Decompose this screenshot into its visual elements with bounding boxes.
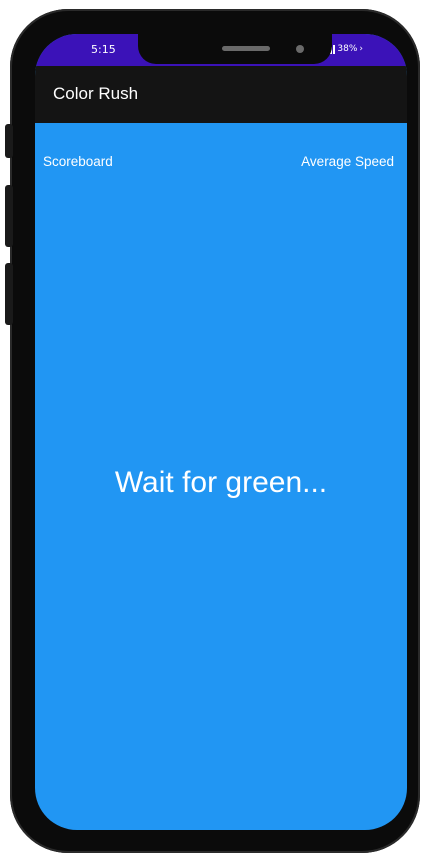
speaker-grille: [222, 46, 270, 51]
notch: [138, 34, 332, 64]
average-speed-button[interactable]: Average Speed: [301, 154, 394, 169]
screen[interactable]: 5:15 ⁴⁶ 38% › Color Rush Scoreboard Aver…: [35, 34, 407, 830]
app-bar: Color Rush: [35, 66, 407, 123]
wait-message[interactable]: Wait for green...: [35, 466, 407, 500]
app-title: Color Rush: [53, 84, 139, 103]
side-button-volume-up: [5, 185, 13, 247]
scoreboard-button[interactable]: Scoreboard: [43, 154, 113, 169]
side-button-action: [5, 124, 13, 158]
status-time: 5:15: [91, 43, 116, 56]
battery-level: 38%: [337, 44, 358, 54]
front-camera: [296, 45, 304, 53]
side-button-volume-down: [5, 263, 13, 325]
battery-icon: ›: [359, 44, 363, 54]
